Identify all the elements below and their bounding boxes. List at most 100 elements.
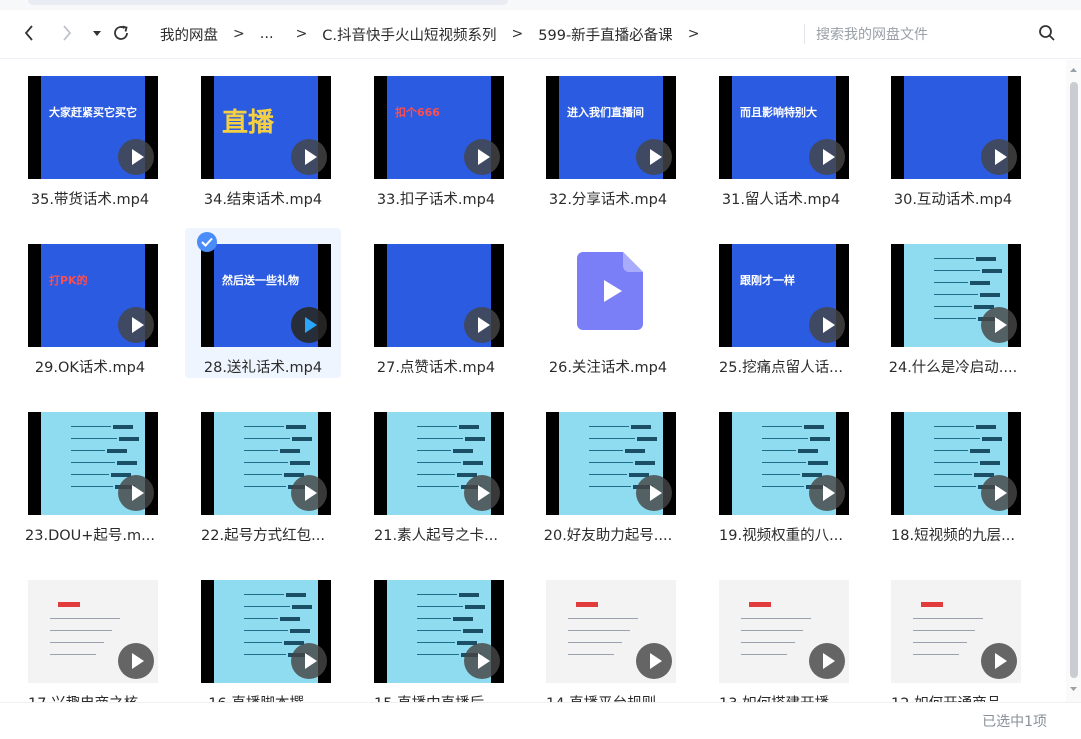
file-tile[interactable]: 22.起号方式红包... bbox=[185, 396, 341, 546]
mindmap-branch bbox=[244, 486, 286, 487]
search-icon bbox=[1039, 25, 1055, 41]
file-tile[interactable]: 直播 34.结束话术.mp4 bbox=[185, 60, 341, 210]
file-name[interactable]: 14.直播平台规则... bbox=[524, 692, 692, 702]
play-icon[interactable] bbox=[809, 307, 845, 343]
play-icon[interactable] bbox=[981, 307, 1017, 343]
play-icon[interactable] bbox=[291, 139, 327, 175]
play-icon[interactable] bbox=[118, 139, 154, 175]
video-thumbnail bbox=[374, 580, 504, 683]
file-tile[interactable]: 12.如何开通商品... bbox=[875, 564, 1031, 702]
chevron-left-icon bbox=[24, 25, 33, 41]
breadcrumb-item-series[interactable]: C.抖音快手火山短视频系列 bbox=[322, 24, 496, 45]
file-tile[interactable]: 15.直播中直播后... bbox=[358, 564, 514, 702]
file-name[interactable]: 18.短视频的九层... bbox=[869, 524, 1037, 545]
forward-button[interactable] bbox=[56, 22, 78, 44]
file-tile[interactable]: 进入我们直播间 32.分享话术.mp4 bbox=[530, 60, 686, 210]
play-icon[interactable] bbox=[464, 475, 500, 511]
scroll-up-icon[interactable] bbox=[1069, 66, 1078, 75]
breadcrumb-item-root[interactable]: 我的网盘 bbox=[160, 24, 218, 45]
file-tile[interactable]: 24.什么是冷启动.... bbox=[875, 228, 1031, 378]
file-tile[interactable]: 大家赶紧买它买它 35.带货话术.mp4 bbox=[12, 60, 168, 210]
search-button[interactable] bbox=[1036, 22, 1058, 44]
file-name[interactable]: 16.直播脚本撰... bbox=[179, 692, 347, 702]
file-name[interactable]: 25.挖痛点留人话... bbox=[697, 356, 865, 377]
breadcrumb-item-current[interactable]: 599-新手直播必备课 bbox=[538, 24, 672, 45]
file-name[interactable]: 29.OK话术.mp4 bbox=[6, 356, 174, 377]
play-icon[interactable] bbox=[118, 475, 154, 511]
mindmap-node bbox=[280, 617, 300, 621]
play-icon[interactable] bbox=[809, 643, 845, 679]
refresh-button[interactable] bbox=[110, 22, 132, 44]
file-tile[interactable]: 扣个666 33.扣子话术.mp4 bbox=[358, 60, 514, 210]
file-name[interactable]: 31.留人话术.mp4 bbox=[697, 188, 865, 209]
file-tile[interactable]: 18.短视频的九层... bbox=[875, 396, 1031, 546]
play-icon[interactable] bbox=[809, 475, 845, 511]
play-icon[interactable] bbox=[981, 139, 1017, 175]
scrollbar-thumb[interactable] bbox=[1070, 82, 1078, 678]
thumbnail-caption: 而且影响特别大 bbox=[740, 106, 817, 119]
file-name[interactable]: 28.送礼话术.mp4 bbox=[179, 356, 347, 377]
scroll-down-icon[interactable] bbox=[1069, 684, 1078, 693]
file-name[interactable]: 21.素人起号之卡... bbox=[352, 524, 520, 545]
file-name[interactable]: 20.好友助力起号.... bbox=[524, 524, 692, 545]
breadcrumb-item-ellipsis[interactable]: ... bbox=[260, 26, 274, 42]
slide-text-line bbox=[568, 654, 614, 655]
play-icon[interactable] bbox=[464, 643, 500, 679]
mindmap-branch bbox=[244, 606, 290, 607]
selected-check-icon[interactable] bbox=[197, 232, 217, 252]
file-tile[interactable]: 14.直播平台规则... bbox=[530, 564, 686, 702]
play-icon[interactable] bbox=[636, 139, 672, 175]
history-dropdown-button[interactable] bbox=[86, 22, 108, 44]
play-icon[interactable] bbox=[981, 643, 1017, 679]
play-icon[interactable] bbox=[291, 643, 327, 679]
play-icon[interactable] bbox=[118, 307, 154, 343]
play-icon[interactable] bbox=[464, 139, 500, 175]
play-icon[interactable] bbox=[291, 307, 327, 343]
mindmap-branch bbox=[589, 486, 631, 487]
play-icon[interactable] bbox=[291, 475, 327, 511]
file-tile[interactable]: 而且影响特别大 31.留人话术.mp4 bbox=[703, 60, 859, 210]
file-name[interactable]: 33.扣子话术.mp4 bbox=[352, 188, 520, 209]
play-icon[interactable] bbox=[636, 643, 672, 679]
file-name[interactable]: 24.什么是冷启动.... bbox=[869, 356, 1037, 377]
file-tile[interactable]: 27.点赞话术.mp4 bbox=[358, 228, 514, 378]
file-name[interactable]: 23.DOU+起号.m... bbox=[6, 524, 174, 545]
play-icon[interactable] bbox=[809, 139, 845, 175]
play-icon[interactable] bbox=[981, 475, 1017, 511]
file-name[interactable]: 12.如何开通商品... bbox=[869, 692, 1037, 702]
file-tile[interactable]: 20.好友助力起号.... bbox=[530, 396, 686, 546]
vertical-scrollbar[interactable] bbox=[1066, 60, 1081, 702]
file-tile[interactable]: 21.素人起号之卡... bbox=[358, 396, 514, 546]
mindmap-node bbox=[290, 461, 310, 465]
file-name[interactable]: 13.如何搭建开播... bbox=[697, 692, 865, 702]
search-input[interactable] bbox=[814, 20, 1018, 50]
file-tile[interactable]: 26.关注话术.mp4 bbox=[530, 228, 686, 378]
video-thumbnail bbox=[719, 412, 849, 515]
file-name[interactable]: 27.点赞话术.mp4 bbox=[352, 356, 520, 377]
file-tile[interactable]: 17.兴趣电商之核... bbox=[12, 564, 168, 702]
file-name[interactable]: 17.兴趣电商之核... bbox=[6, 692, 174, 702]
play-icon[interactable] bbox=[118, 643, 154, 679]
file-name[interactable]: 30.互动话术.mp4 bbox=[869, 188, 1037, 209]
file-tile[interactable]: 19.视频权重的八... bbox=[703, 396, 859, 546]
play-icon[interactable] bbox=[464, 307, 500, 343]
file-name[interactable]: 34.结束话术.mp4 bbox=[179, 188, 347, 209]
file-name[interactable]: 15.直播中直播后... bbox=[352, 692, 520, 702]
play-icon[interactable] bbox=[636, 475, 672, 511]
file-tile[interactable]: 然后送一些礼物 28.送礼话术.mp4 bbox=[185, 228, 341, 378]
file-tile[interactable]: 23.DOU+起号.m... bbox=[12, 396, 168, 546]
file-tile[interactable]: 30.互动话术.mp4 bbox=[875, 60, 1031, 210]
file-tile[interactable]: 13.如何搭建开播... bbox=[703, 564, 859, 702]
file-tile[interactable]: 打PK的 29.OK话术.mp4 bbox=[12, 228, 168, 378]
file-name[interactable]: 19.视频权重的八... bbox=[697, 524, 865, 545]
mindmap-node bbox=[970, 449, 990, 453]
file-name[interactable]: 35.带货话术.mp4 bbox=[6, 188, 174, 209]
back-button[interactable] bbox=[18, 22, 40, 44]
file-name[interactable]: 22.起号方式红包... bbox=[179, 524, 347, 545]
file-name[interactable]: 32.分享话术.mp4 bbox=[524, 188, 692, 209]
file-tile[interactable]: 跟刚才一样 25.挖痛点留人话... bbox=[703, 228, 859, 378]
slide-text-line bbox=[913, 642, 967, 643]
file-name[interactable]: 26.关注话术.mp4 bbox=[524, 356, 692, 377]
mindmap-node bbox=[980, 461, 1000, 465]
file-tile[interactable]: 16.直播脚本撰... bbox=[185, 564, 341, 702]
